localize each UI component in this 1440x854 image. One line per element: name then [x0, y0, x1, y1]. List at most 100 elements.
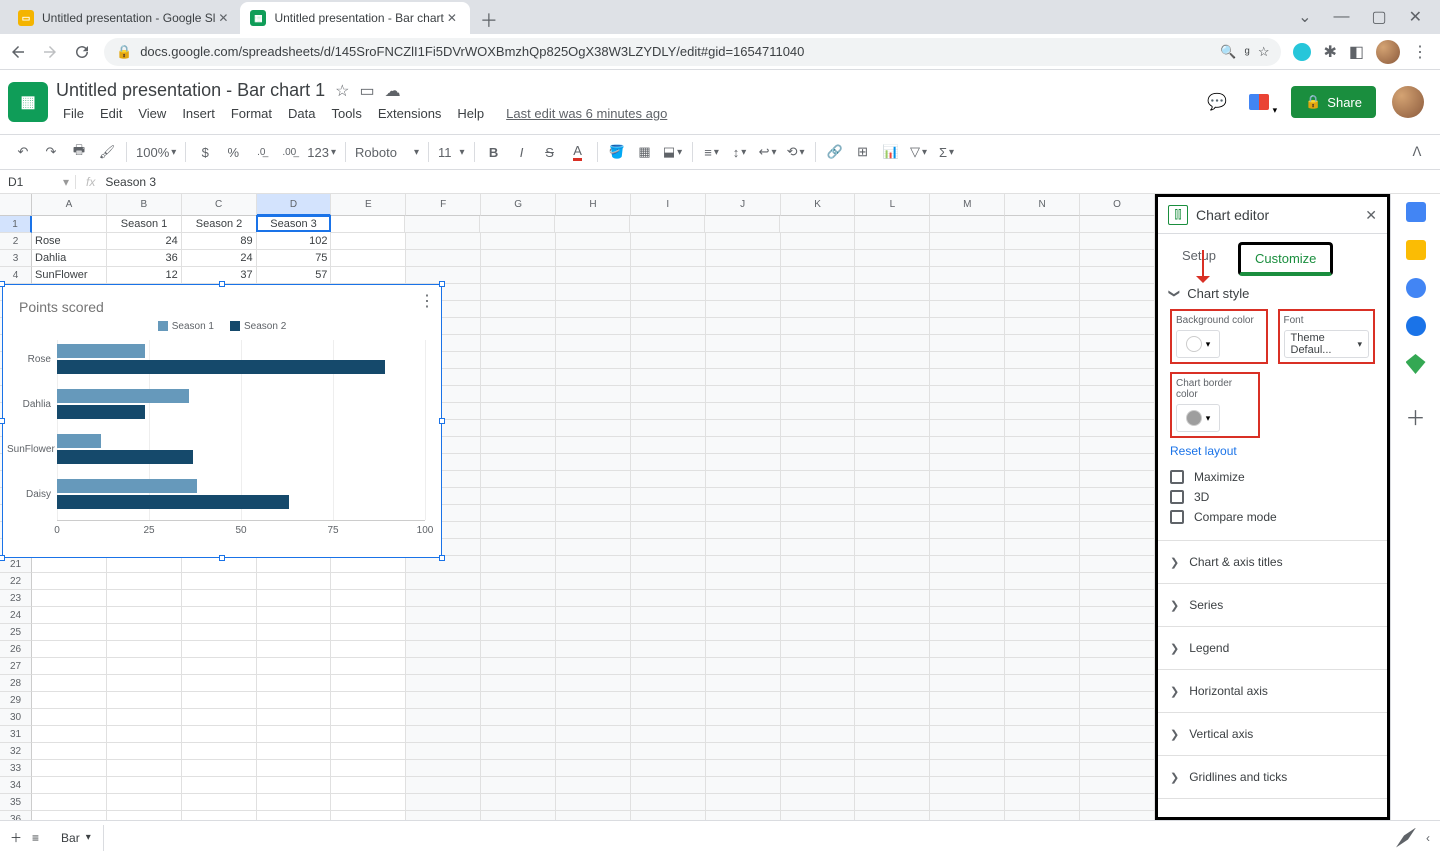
cell[interactable]	[631, 607, 706, 624]
sheets-logo-icon[interactable]: ▦	[8, 82, 48, 122]
cell[interactable]	[855, 471, 930, 488]
new-tab-button[interactable]: ＋	[475, 6, 503, 34]
cell[interactable]	[406, 590, 481, 607]
cell[interactable]	[1080, 403, 1155, 420]
cell[interactable]	[930, 250, 1005, 267]
cell[interactable]	[1080, 590, 1155, 607]
cell[interactable]	[930, 658, 1005, 675]
translate-icon[interactable]: ᵍ	[1245, 44, 1250, 60]
cell[interactable]	[1080, 777, 1155, 794]
cell[interactable]	[1005, 641, 1080, 658]
cell[interactable]	[1005, 624, 1080, 641]
cell[interactable]	[781, 811, 856, 820]
paint-format-icon[interactable]: 🖌	[94, 139, 120, 165]
chevron-down-icon[interactable]: ⌄	[1298, 7, 1311, 27]
cell[interactable]	[556, 726, 631, 743]
cell[interactable]	[631, 488, 706, 505]
cell[interactable]	[781, 794, 856, 811]
cell[interactable]	[182, 624, 257, 641]
cell[interactable]	[1005, 556, 1080, 573]
cell[interactable]	[481, 437, 556, 454]
cell[interactable]	[631, 777, 706, 794]
cell[interactable]	[481, 522, 556, 539]
cell[interactable]	[182, 760, 257, 777]
column-header[interactable]: I	[631, 194, 706, 216]
section-chart-axis-titles[interactable]: ❯Chart & axis titles	[1158, 541, 1387, 584]
cell[interactable]	[331, 658, 406, 675]
cell[interactable]	[556, 811, 631, 820]
add-on-plus-icon[interactable]: ＋	[1406, 402, 1426, 431]
menu-tools[interactable]: Tools	[324, 103, 368, 124]
cell[interactable]	[706, 675, 781, 692]
cell[interactable]	[631, 386, 706, 403]
cell[interactable]	[406, 811, 481, 820]
explore-icon[interactable]	[1396, 828, 1416, 848]
cell[interactable]	[406, 641, 481, 658]
cell[interactable]	[182, 811, 257, 820]
cell[interactable]	[556, 250, 631, 267]
cell[interactable]	[556, 301, 631, 318]
cell[interactable]	[781, 658, 856, 675]
cell[interactable]	[855, 386, 930, 403]
cell[interactable]	[182, 692, 257, 709]
cell[interactable]	[930, 590, 1005, 607]
column-header[interactable]: H	[556, 194, 631, 216]
column-header[interactable]: A	[32, 194, 107, 216]
cell[interactable]	[1005, 437, 1080, 454]
cell[interactable]	[556, 590, 631, 607]
row-header[interactable]: 35	[0, 794, 32, 811]
cell[interactable]	[855, 709, 930, 726]
cell[interactable]	[481, 403, 556, 420]
cell[interactable]	[331, 607, 406, 624]
cell[interactable]	[706, 488, 781, 505]
cell[interactable]	[1080, 437, 1155, 454]
cell[interactable]	[406, 233, 481, 250]
cell[interactable]	[556, 386, 631, 403]
cell[interactable]	[706, 658, 781, 675]
sidepanel-icon[interactable]: ◧	[1349, 42, 1364, 62]
cell[interactable]	[1080, 794, 1155, 811]
cell[interactable]	[406, 624, 481, 641]
cell[interactable]	[556, 233, 631, 250]
row-header[interactable]: 27	[0, 658, 32, 675]
row-header[interactable]: 31	[0, 726, 32, 743]
cell[interactable]	[855, 352, 930, 369]
cell[interactable]	[1080, 284, 1155, 301]
cell[interactable]	[32, 794, 107, 811]
menu-format[interactable]: Format	[224, 103, 279, 124]
cell[interactable]	[32, 760, 107, 777]
cell[interactable]: 12	[107, 267, 182, 284]
cell[interactable]	[930, 675, 1005, 692]
cell[interactable]	[1005, 743, 1080, 760]
cell[interactable]	[257, 760, 332, 777]
cell[interactable]	[556, 743, 631, 760]
row-header[interactable]: 30	[0, 709, 32, 726]
cell[interactable]	[855, 658, 930, 675]
increase-decimal-button[interactable]: .00̲	[276, 139, 302, 165]
cell[interactable]	[781, 335, 856, 352]
cell[interactable]	[257, 743, 332, 760]
cell[interactable]	[331, 590, 406, 607]
cell[interactable]	[706, 420, 781, 437]
cell[interactable]	[32, 811, 107, 820]
cell[interactable]	[631, 658, 706, 675]
zoom-select[interactable]: 100%▾	[133, 139, 179, 165]
column-header[interactable]: K	[781, 194, 856, 216]
cell[interactable]	[32, 675, 107, 692]
cell[interactable]	[781, 522, 856, 539]
menu-data[interactable]: Data	[281, 103, 322, 124]
close-window-icon[interactable]: ✕	[1409, 7, 1422, 27]
formula-value[interactable]: Season 3	[105, 175, 156, 189]
cell[interactable]	[930, 318, 1005, 335]
row-header[interactable]: 26	[0, 641, 32, 658]
cell[interactable]	[1080, 250, 1155, 267]
cell[interactable]	[1005, 811, 1080, 820]
cell[interactable]	[406, 658, 481, 675]
cell[interactable]	[1005, 675, 1080, 692]
menu-help[interactable]: Help	[450, 103, 491, 124]
cell[interactable]: Rose	[32, 233, 107, 250]
cell[interactable]	[331, 250, 406, 267]
cell[interactable]	[631, 454, 706, 471]
cell[interactable]	[481, 556, 556, 573]
cell[interactable]	[556, 777, 631, 794]
